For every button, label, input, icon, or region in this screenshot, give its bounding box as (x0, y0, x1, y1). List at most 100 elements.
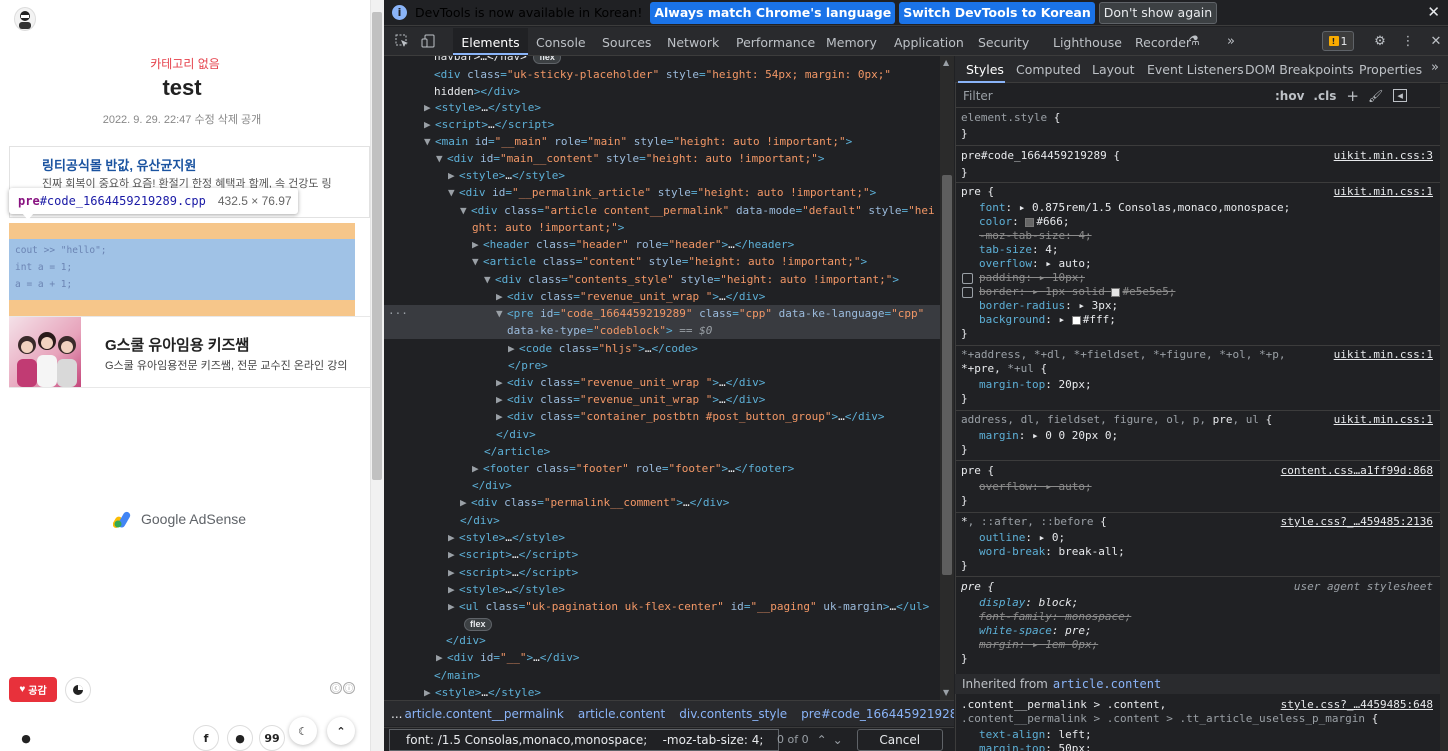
device-toolbar-icon[interactable] (420, 33, 436, 49)
hov-toggle[interactable]: :hov (1275, 89, 1304, 103)
share-facebook-button[interactable]: f (193, 725, 219, 751)
breadcrumb-overflow-left[interactable]: ... (384, 707, 402, 721)
tree-row[interactable]: ▼ <div class="article content__permalink"… (384, 202, 940, 219)
close-icon[interactable]: ✕ (1427, 3, 1440, 21)
tree-row[interactable]: ▼ <div class="contents_style" style="heig… (384, 271, 940, 288)
tree-row[interactable]: ▶ <style>…</style> (384, 684, 940, 700)
style-prop[interactable]: background: ▸ #fff; (979, 313, 1116, 327)
rule-selector[interactable]: *, ::after, ::before { (961, 515, 1107, 529)
styles-scrollbar[interactable] (1440, 84, 1448, 751)
tree-row[interactable]: ght: auto !important;"> (384, 219, 940, 236)
tree-row[interactable]: <div class="uk-sticky-placeholder" style… (384, 66, 940, 83)
tree-row[interactable]: </div> (384, 512, 940, 529)
cls-toggle[interactable]: .cls (1313, 89, 1336, 103)
share-quote-button[interactable]: 99 (259, 725, 285, 751)
tree-row[interactable]: ▶ <header class="header" role="header">…<… (384, 236, 940, 253)
style-prop[interactable]: border-radius: ▸ 3px; (979, 299, 1118, 313)
breadcrumb-item[interactable]: div.contents_style (672, 707, 794, 721)
style-prop[interactable]: word-break: break-all; (979, 545, 1125, 559)
style-prop[interactable]: margin-top: 20px; (979, 378, 1092, 392)
sidebar-toggle-icon[interactable]: ◂ (1393, 89, 1408, 102)
tree-row[interactable]: ▼ <main id="__main" role="main" style="he… (384, 133, 940, 150)
inspect-element-icon[interactable] (394, 33, 410, 49)
rule-source-link[interactable]: style.css?_…459485:2136 (1281, 515, 1433, 529)
tab-network[interactable]: Network (667, 28, 719, 56)
post-category[interactable]: 카테고리 없음 (0, 55, 370, 72)
more-tabs-icon[interactable]: » (1223, 33, 1239, 49)
flex-badge[interactable]: flex (464, 617, 492, 631)
rule-selector[interactable]: .content__permalink > .content > .tt_art… (961, 712, 1378, 726)
style-prop-overridden[interactable]: border: ▸ 1px solid #e5e5e5; (979, 285, 1175, 299)
rule-selector[interactable]: address, dl, fieldset, figure, ol, p, pr… (961, 413, 1272, 427)
paint-icon[interactable]: 🖌 (1368, 89, 1383, 103)
tab-application[interactable]: Application (894, 28, 964, 56)
rule-selector[interactable]: pre { (961, 185, 994, 199)
rule-source-link[interactable]: style.css?_…4459485:648 (1281, 698, 1433, 712)
tree-row[interactable]: ▶ <style>…</style> (384, 167, 940, 184)
style-prop[interactable]: text-align: left; (979, 728, 1092, 742)
switch-korean-button[interactable]: Switch DevTools to Korean (899, 1, 1095, 24)
tree-row[interactable]: ▶ <div class="revenue_unit_wrap ">…</div> (384, 288, 940, 305)
tree-row[interactable]: </pre> (384, 357, 940, 374)
tree-row[interactable]: </article> (384, 443, 940, 460)
style-checkbox[interactable] (962, 273, 973, 284)
tree-row[interactable]: ▶ <div class="revenue_unit_wrap ">…</div> (384, 391, 940, 408)
tree-row-selected[interactable]: ··· ▼ <pre id="code_1664459219289" class=… (384, 305, 940, 339)
style-prop-overridden[interactable]: font-family: monospace; (979, 610, 1131, 624)
scroll-top-button[interactable]: ⌃ (327, 717, 355, 745)
tree-row[interactable]: ▶ <div class="permalink__comment">…</div> (384, 494, 940, 511)
scroll-down-icon[interactable]: ▼ (943, 688, 949, 697)
close-devtools-icon[interactable]: ✕ (1428, 33, 1444, 49)
rule-selector[interactable]: .content__permalink > .content, (961, 698, 1166, 712)
ad-banner-2-title[interactable]: G스쿨 유아임용 키즈쌤 (105, 334, 249, 355)
rule-source-link[interactable]: uikit.min.css:1 (1334, 413, 1433, 427)
tree-row[interactable]: ▶ <script>…</script> (384, 546, 940, 563)
tree-row[interactable]: ▶ <div class="container_postbtn #post_but… (384, 408, 940, 425)
tree-row[interactable]: ▶ <div id="__">…</div> (384, 649, 940, 666)
tree-row[interactable]: </div> (384, 632, 940, 649)
style-prop-overridden[interactable]: -moz-tab-size: 4; (979, 229, 1092, 243)
style-prop-overridden[interactable]: margin: ▸ 1em 0px; (979, 638, 1098, 652)
flex-badge[interactable]: flex (533, 56, 561, 64)
style-prop[interactable]: white-space: pre; (979, 624, 1092, 638)
rule-source-link[interactable]: content.css…a1ff99d:868 (1281, 464, 1433, 478)
comment-button[interactable]: ● (13, 725, 39, 751)
tree-row[interactable]: ▼ <div id="main__content" style="height: … (384, 150, 940, 167)
ad-banner-2-image[interactable] (9, 317, 81, 387)
tab-properties[interactable]: Properties (1359, 56, 1422, 82)
tree-row[interactable]: ▶ <style>…</style> (384, 99, 940, 116)
tree-row[interactable]: ▶ <script>…</script> (384, 564, 940, 581)
tab-styles[interactable]: Styles (966, 56, 1004, 82)
inherited-from-link[interactable]: article.content (1053, 677, 1161, 691)
breadcrumb-current[interactable]: pre#code_1664459219289.cpp (794, 707, 954, 721)
like-button[interactable]: ♥ 공감 (9, 677, 57, 702)
rule-element-style[interactable]: element.style { (961, 111, 1060, 125)
breadcrumb-item[interactable]: article.content__permalink (402, 707, 570, 721)
share-kakao-button[interactable]: ● (227, 725, 253, 751)
tree-row[interactable]: ▶ <code class="hljs">…</code> (384, 340, 940, 357)
tab-layout[interactable]: Layout (1092, 56, 1135, 82)
tab-dom-breakpoints[interactable]: DOM Breakpoints (1245, 56, 1354, 82)
page-scrollbar-thumb[interactable] (372, 12, 382, 480)
style-prop[interactable]: color: #666; (979, 215, 1070, 229)
tree-row[interactable]: navbar>…</nav> flex (384, 56, 940, 65)
style-prop-overridden[interactable]: padding: ▸ 10px; (979, 271, 1085, 285)
dont-show-again-button[interactable]: Don't show again (1098, 1, 1218, 24)
tab-event-listeners[interactable]: Event Listeners (1147, 56, 1244, 82)
kebab-menu-icon[interactable]: ⋮ (1400, 33, 1416, 49)
style-prop[interactable]: margin-top: 50px; (979, 742, 1092, 751)
tree-row[interactable]: ▶ <script>…</script> (384, 116, 940, 133)
tab-elements[interactable]: Elements (453, 28, 528, 56)
rule-source-link[interactable]: uikit.min.css:1 (1334, 185, 1433, 199)
scroll-up-icon[interactable]: ▲ (943, 58, 949, 67)
style-prop[interactable]: outline: ▸ 0; (979, 531, 1065, 545)
rule-source-link[interactable]: uikit.min.css:1 (1334, 348, 1433, 362)
tab-security[interactable]: Security (978, 28, 1029, 56)
breadcrumb-item[interactable]: article.content (571, 707, 672, 721)
tree-row[interactable]: ▼ <div id="__permalink_article" style="he… (384, 184, 940, 201)
tree-row[interactable]: ▶ <style>…</style> (384, 581, 940, 598)
tree-row[interactable]: ▶ <style>…</style> (384, 529, 940, 546)
tree-row[interactable]: </main> (384, 667, 940, 684)
tab-computed[interactable]: Computed (1016, 56, 1081, 82)
blog-avatar[interactable] (14, 7, 36, 31)
